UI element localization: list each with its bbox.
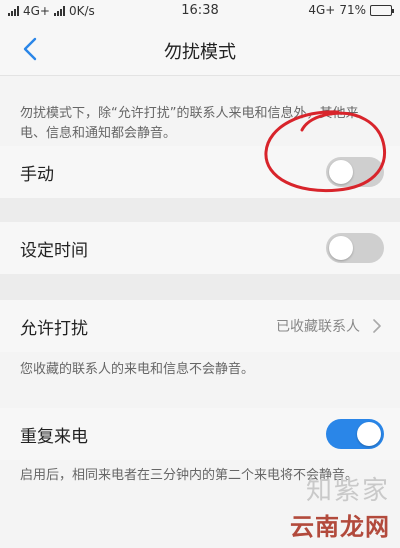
manual-toggle[interactable] (326, 157, 384, 187)
setting-row-manual[interactable]: 手动 (0, 146, 400, 198)
setting-row-allow[interactable]: 允许打扰 已收藏联系人 (0, 300, 400, 352)
allow-label: 允许打扰 (20, 318, 88, 339)
intro-description: 勿扰模式下，除“允许打扰”的联系人来电和信息外，其他来电、信息和通知都会静音。 (20, 106, 359, 141)
toggle-knob (329, 236, 353, 260)
setting-row-schedule[interactable]: 设定时间 (0, 222, 400, 274)
chevron-right-icon (373, 319, 381, 333)
setting-row-repeat[interactable]: 重复来电 (0, 408, 400, 460)
page-title: 勿扰模式 (164, 42, 236, 63)
battery-percent: 71% (339, 3, 366, 17)
watermark: 知紫家 云南龙网 (290, 470, 390, 542)
allow-value: 已收藏联系人 (276, 319, 360, 335)
allow-description: 您收藏的联系人的来电和信息不会静音。 (20, 362, 255, 377)
schedule-toggle[interactable] (326, 233, 384, 263)
toggle-knob (357, 422, 381, 446)
status-right: 4G+ 71% (308, 3, 394, 17)
watermark-bottom: 云南龙网 (290, 513, 390, 541)
repeat-toggle[interactable] (326, 419, 384, 449)
battery-icon (370, 4, 394, 16)
toggle-knob (329, 160, 353, 184)
status-bar: 4G+ 0K/s 16:38 4G+ 71% (0, 0, 400, 22)
manual-label: 手动 (20, 164, 54, 185)
watermark-top: 知紫家 (305, 476, 390, 506)
nav-bar: 勿扰模式 (0, 22, 400, 76)
repeat-label: 重复来电 (20, 426, 88, 447)
schedule-label: 设定时间 (20, 240, 88, 261)
section-gap (0, 274, 400, 300)
network-type-right: 4G+ (308, 3, 336, 17)
section-gap (0, 198, 400, 222)
